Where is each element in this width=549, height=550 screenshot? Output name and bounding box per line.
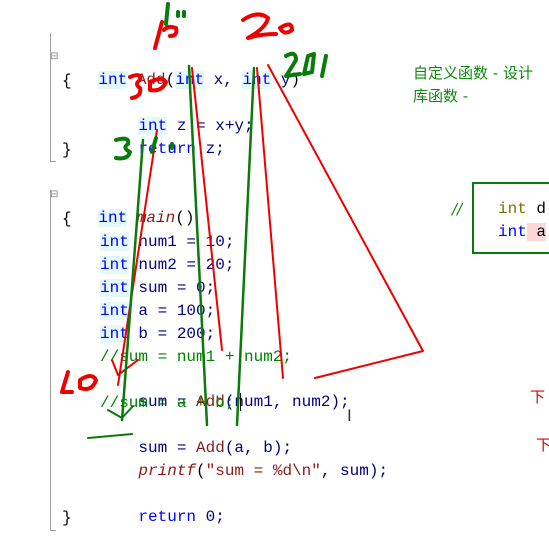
code-text: 0; xyxy=(196,508,225,526)
paren: ( xyxy=(165,71,176,89)
code-text: num2 = 20; xyxy=(128,256,235,274)
code-line-decl[interactable]: int num1 = 10; xyxy=(100,231,234,253)
side-note-custom-function: 自定义函数 - 设计 xyxy=(413,64,533,82)
keyword: int xyxy=(100,302,129,320)
paren: () xyxy=(175,209,195,227)
code-line-printf[interactable]: printf("sum = %d\n", sum); xyxy=(100,438,388,480)
param: y xyxy=(271,71,291,89)
box-line-1: int d xyxy=(498,198,546,220)
fold-gutter-add-end xyxy=(50,161,56,162)
code-text: sum = 0; xyxy=(128,279,216,297)
code-text: b = 200; xyxy=(128,325,216,343)
highlight-box: int d int a xyxy=(472,182,549,254)
keyword: int xyxy=(498,223,527,241)
code-line-call-add[interactable]: sum = Add(a, b); xyxy=(100,415,292,457)
function-name: main xyxy=(136,209,176,227)
fold-gutter-main xyxy=(50,190,51,530)
code-line-return[interactable]: return 0; xyxy=(100,484,224,526)
code-line-decl[interactable]: int sum = 0; xyxy=(100,277,215,299)
code-editor[interactable]: ⊟ ⊟ int Add(int x, int y) { int z = x+y;… xyxy=(0,0,549,537)
code-line-add-body-1[interactable]: int z = x+y; xyxy=(100,93,254,135)
keyword: int xyxy=(98,209,128,227)
code-line-add-close-brace[interactable]: } xyxy=(62,139,72,161)
ink-red-line-y xyxy=(256,67,284,379)
keyword: int xyxy=(100,279,129,297)
fold-gutter-main-end xyxy=(50,530,56,531)
fold-toggle-add[interactable]: ⊟ xyxy=(50,52,58,62)
red-note-2: 下 xyxy=(536,436,549,454)
code-text: z; xyxy=(196,140,225,158)
code-text: , sum); xyxy=(320,462,389,480)
keyword: int xyxy=(100,256,129,274)
caret xyxy=(240,393,241,411)
code-line-add-body-2[interactable]: return z; xyxy=(100,116,224,158)
box-comment-marker: // xyxy=(452,200,463,218)
code-line-comment[interactable]: //sum = num1 + num2; xyxy=(100,346,292,368)
code-text: (num1, num2); xyxy=(224,393,350,411)
ink-red-line-return xyxy=(267,64,424,379)
keyword: int xyxy=(100,325,129,343)
code-line-main-close-brace[interactable]: } xyxy=(62,507,72,529)
keyword: int xyxy=(242,71,272,89)
keyword: return xyxy=(138,140,197,158)
code-line-main-open-brace[interactable]: { xyxy=(62,208,72,230)
keyword: int xyxy=(498,200,527,218)
side-note-library-function: 库函数 - xyxy=(413,87,469,105)
ink-red-10 xyxy=(153,20,179,50)
paren: ) xyxy=(290,71,301,89)
code-line-decl[interactable]: int a = 100; xyxy=(100,300,215,322)
function-name: printf xyxy=(138,462,197,480)
code-line-comment[interactable]: //sum = a + b; xyxy=(100,392,234,414)
param: x, xyxy=(204,71,243,89)
code-line-add-open-brace[interactable]: { xyxy=(62,70,72,92)
code-line-main-signature[interactable]: int main() xyxy=(60,185,194,227)
code-line-add-signature[interactable]: int Add(int x, int y) xyxy=(60,47,300,89)
code-line-decl[interactable]: int num2 = 20; xyxy=(100,254,234,276)
code-line-call-add[interactable]: sum = Add(num1, num2); xyxy=(100,369,349,411)
text-cursor-icon: I xyxy=(347,406,352,425)
box-line-2: int a xyxy=(498,221,547,243)
paren: ( xyxy=(196,462,206,480)
code-text: a = 100; xyxy=(128,302,216,320)
function-name: Add xyxy=(136,71,166,89)
red-note-1: 下 xyxy=(530,388,546,406)
code-text: num1 = 10; xyxy=(128,233,235,251)
ink-red-10-sum xyxy=(60,370,98,394)
code-text: a xyxy=(526,223,547,241)
code-text: d xyxy=(526,200,547,218)
keyword: int xyxy=(175,71,205,89)
fold-toggle-main[interactable]: ⊟ xyxy=(50,190,58,200)
code-line-decl[interactable]: int b = 200; xyxy=(100,323,215,345)
keyword: int xyxy=(98,71,128,89)
keyword: return xyxy=(138,508,197,526)
ink-green-100 xyxy=(164,2,186,26)
ink-red-20 xyxy=(241,12,294,40)
keyword: int xyxy=(100,233,129,251)
string-literal: "sum = %d\n" xyxy=(205,462,321,480)
